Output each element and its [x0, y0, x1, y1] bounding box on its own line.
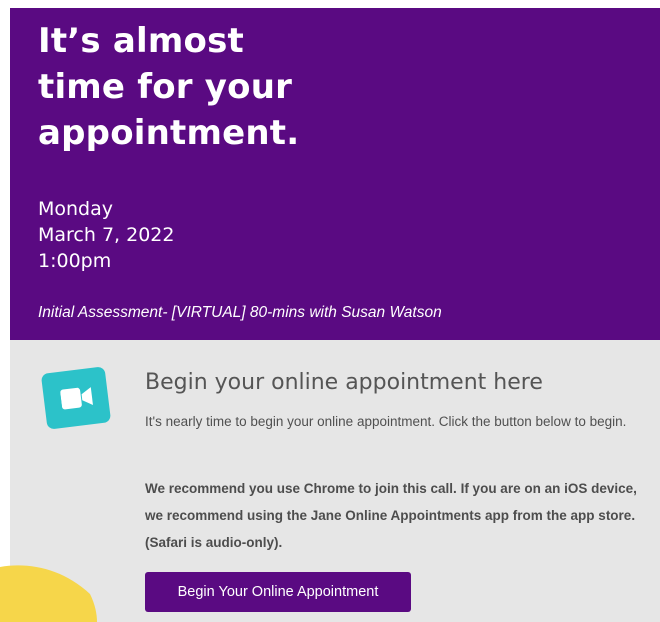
- decorative-yellow-shape: [0, 565, 97, 622]
